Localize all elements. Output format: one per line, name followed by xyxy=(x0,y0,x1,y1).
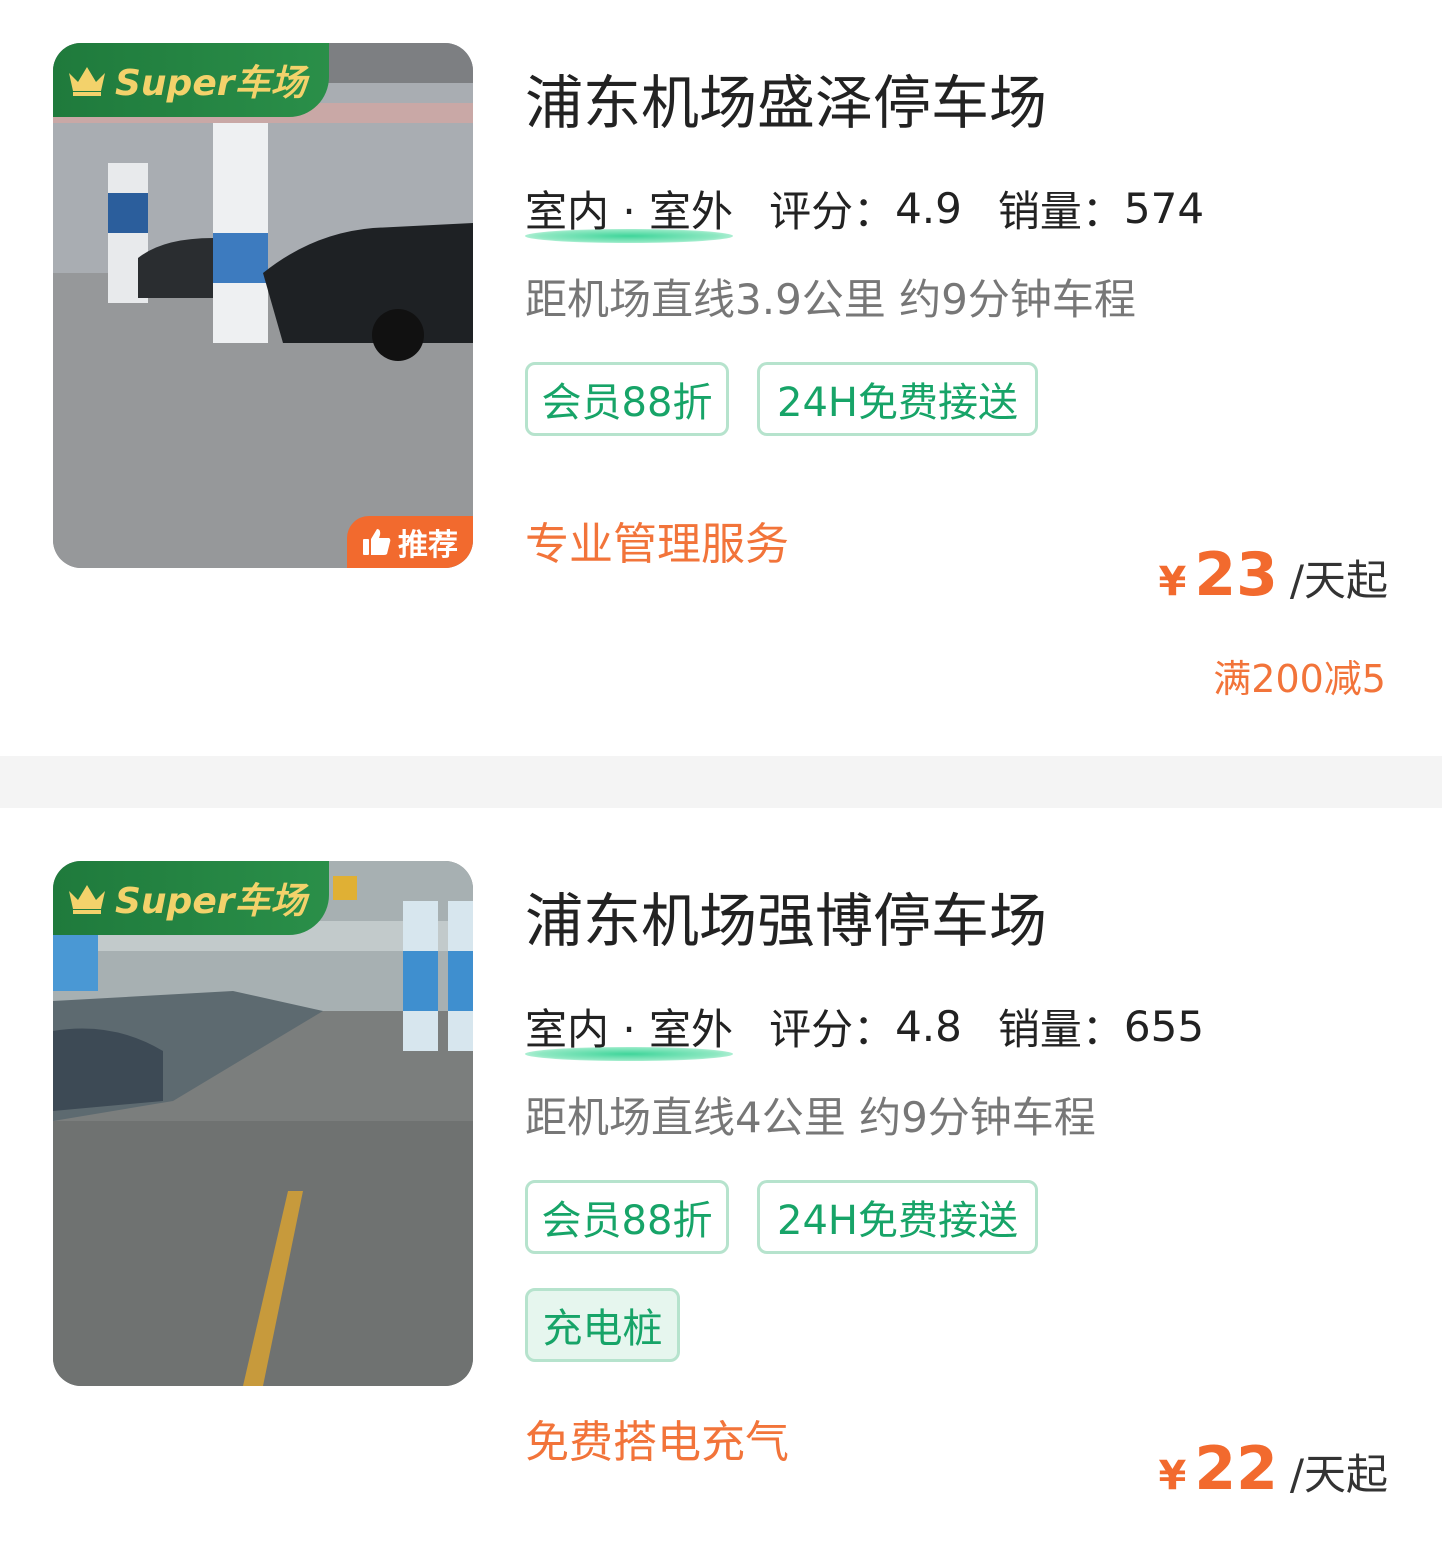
rating-label: 评分： xyxy=(769,1005,896,1054)
sales-label: 销量： xyxy=(997,187,1124,236)
sales-value: 655 xyxy=(1123,1002,1205,1051)
parking-type: 室内 · 室外 xyxy=(525,178,734,243)
price-unit: /天起 xyxy=(1289,1450,1388,1499)
price: ¥ 23 /天起 xyxy=(1159,540,1389,610)
currency-symbol: ¥ xyxy=(1158,1453,1187,1499)
parking-meta: 室内 · 室外 评分： 4.8 销量： 655 xyxy=(525,996,1205,1061)
distance-info: 距机场直线4公里 约9分钟车程 xyxy=(525,1093,1096,1142)
super-badge-label: Super车场 xyxy=(115,63,307,104)
tag-free-shuttle: 24H免费接送 xyxy=(757,362,1038,436)
service-slogan: 专业管理服务 xyxy=(525,519,789,570)
parking-name[interactable]: 浦东机场盛泽停车场 xyxy=(525,56,1047,140)
parking-photo[interactable]: Super车场 xyxy=(53,861,473,1386)
super-badge-label: Super车场 xyxy=(115,881,307,922)
promo-label: 满200减5 xyxy=(1213,657,1386,701)
parking-type-label: 室内 · 室外 xyxy=(525,187,734,236)
price-value: 23 xyxy=(1194,540,1278,610)
super-parking-badge: Super车场 xyxy=(53,861,329,935)
crown-icon xyxy=(69,67,105,96)
parking-type-label: 室内 · 室外 xyxy=(525,1005,734,1054)
super-parking-badge: Super车场 xyxy=(53,43,329,117)
recommend-badge: 推荐 xyxy=(347,516,473,568)
parking-meta: 室内 · 室外 评分： 4.9 销量： 574 xyxy=(525,178,1205,243)
sales-label: 销量： xyxy=(997,1005,1124,1054)
rating-label: 评分： xyxy=(769,187,896,236)
tag-member-discount: 会员88折 xyxy=(525,362,729,436)
rating-value: 4.9 xyxy=(895,184,962,233)
parking-photo[interactable]: Super车场 推荐 xyxy=(53,43,473,568)
parking-name[interactable]: 浦东机场强博停车场 xyxy=(525,874,1047,958)
tag-charging-pile: 充电桩 xyxy=(525,1288,680,1362)
currency-symbol: ¥ xyxy=(1158,559,1187,605)
parking-photo-image xyxy=(53,43,473,568)
price-unit: /天起 xyxy=(1289,556,1388,605)
parking-photo-image xyxy=(53,861,473,1386)
service-slogan: 免费搭电充气 xyxy=(525,1417,789,1468)
price-value: 22 xyxy=(1194,1434,1278,1504)
distance-info: 距机场直线3.9公里 约9分钟车程 xyxy=(525,275,1136,324)
tag-free-shuttle: 24H免费接送 xyxy=(757,1180,1038,1254)
sales-value: 574 xyxy=(1123,184,1205,233)
recommend-label: 推荐 xyxy=(398,528,458,563)
rating-value: 4.8 xyxy=(895,1002,962,1051)
tag-member-discount: 会员88折 xyxy=(525,1180,729,1254)
card-separator xyxy=(0,756,1442,808)
parking-card[interactable]: Super车场 推荐 浦东机场盛泽停车场 室内 · 室外 评分： 4.9 销量：… xyxy=(0,0,1442,756)
parking-type: 室内 · 室外 xyxy=(525,996,734,1061)
crown-icon xyxy=(69,885,105,914)
parking-card[interactable]: Super车场 浦东机场强博停车场 室内 · 室外 评分： 4.8 销量： 65… xyxy=(0,808,1442,1561)
thumbs-up-icon xyxy=(363,529,391,555)
price: ¥ 22 /天起 xyxy=(1159,1434,1389,1504)
